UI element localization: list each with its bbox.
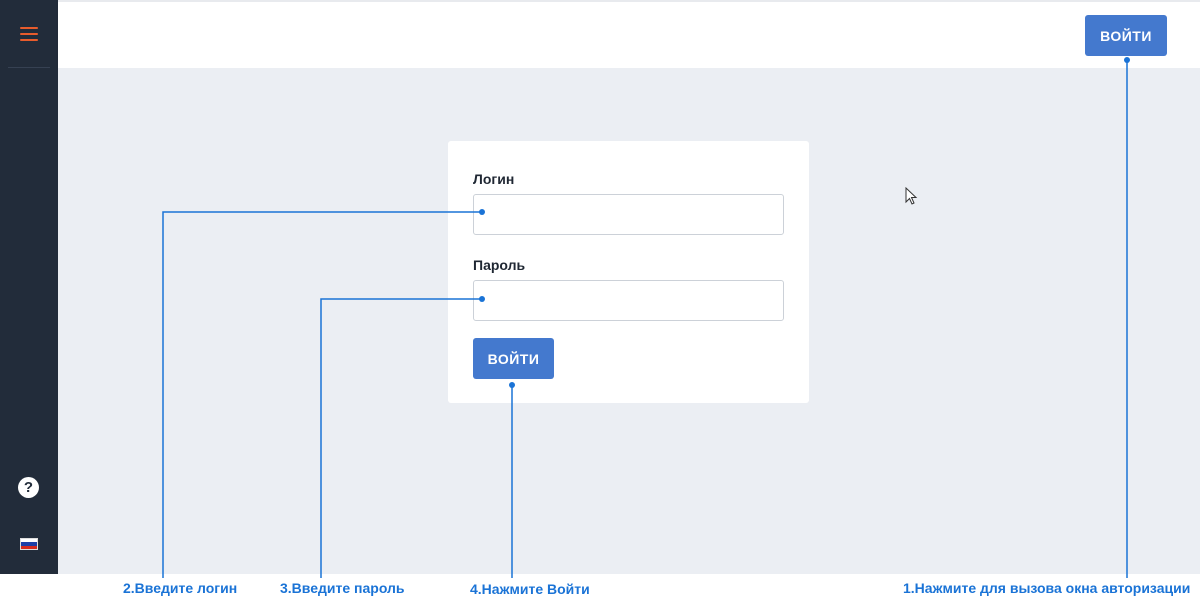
password-input[interactable]: [473, 280, 784, 321]
annotation-step2: 2.Введите логин: [123, 580, 238, 596]
russian-flag-icon[interactable]: [20, 538, 38, 550]
login-input[interactable]: [473, 194, 784, 235]
login-card: Логин Пароль ВОЙТИ: [448, 141, 809, 403]
annotation-step4: 4.Нажмите Войти: [470, 581, 590, 597]
password-label: Пароль: [473, 257, 526, 273]
submit-login-button[interactable]: ВОЙТИ: [473, 338, 554, 379]
header-login-button[interactable]: ВОЙТИ: [1085, 15, 1167, 56]
question-circle-icon[interactable]: ?: [18, 477, 39, 498]
mouse-cursor-icon: [905, 187, 918, 205]
top-bar: ВОЙТИ: [58, 0, 1200, 68]
annotation-step1: 1.Нажмите для вызова окна авторизации: [903, 580, 1191, 596]
login-label: Логин: [473, 171, 515, 187]
hamburger-menu-icon[interactable]: [20, 27, 38, 41]
sidebar: ?: [0, 0, 58, 574]
annotation-step3: 3.Введите пароль: [280, 580, 405, 596]
sidebar-divider: [8, 67, 50, 68]
